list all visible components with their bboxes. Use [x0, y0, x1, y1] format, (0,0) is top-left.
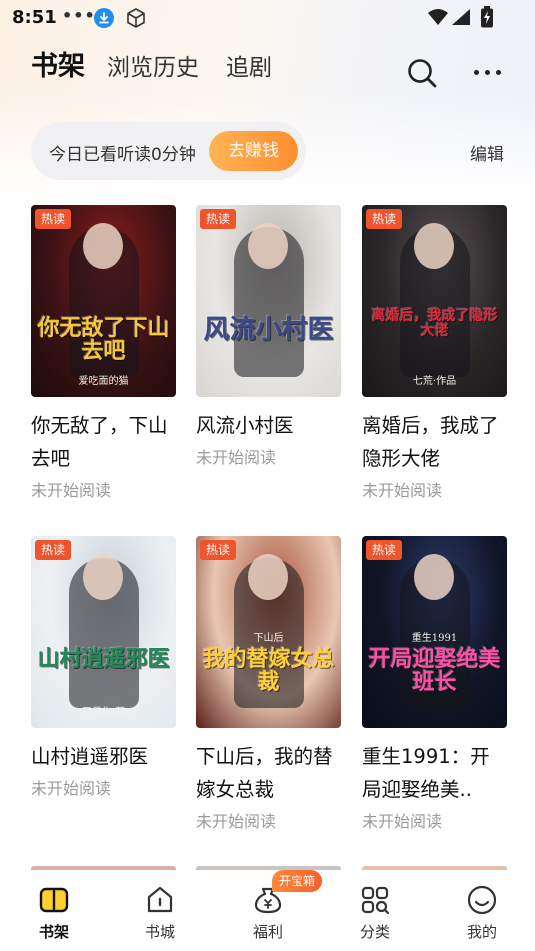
bottom-nav: 书架 书城 福利 分类 我的	[0, 870, 535, 951]
wifi-icon	[428, 9, 448, 25]
status-dots: •••	[62, 6, 96, 25]
bookshelf-icon	[39, 887, 69, 913]
cover-illustration	[362, 205, 507, 397]
book-card[interactable]: 重生1991 开局迎娶绝美班长 热读重生1991：开局迎娶绝美.. 未开始阅读	[362, 536, 507, 836]
cover-title: 开局迎娶绝美班长	[368, 646, 501, 696]
edit-button[interactable]: 编辑	[470, 140, 504, 165]
cover-title: 风流小村医	[203, 315, 334, 345]
nav-label: 书架	[38, 923, 69, 941]
cover-figure-head	[414, 223, 454, 269]
cover-illustration	[196, 205, 341, 397]
cube-icon	[127, 8, 145, 28]
status-time: 8:51	[12, 7, 57, 28]
earn-money-button[interactable]: 去赚钱	[209, 131, 298, 171]
book-title[interactable]: 下山后，我的替嫁女总裁	[196, 740, 341, 806]
reading-status: 未开始阅读	[31, 779, 112, 798]
reading-time-banner: 今日已看听读0分钟 去赚钱	[31, 122, 306, 180]
book-card[interactable]: 下山后我的替嫁女总裁 热读下山后，我的替嫁女总裁未开始阅读	[196, 536, 341, 836]
hot-read-badge: 热读	[366, 540, 403, 560]
cover-subtitle: 爱吃面的猫	[78, 376, 129, 387]
header: 书架 浏览历史 追剧	[0, 40, 535, 90]
book-card[interactable]: 七荒·作品 离婚后，我成了隐形大佬 热读 离婚后，我成了隐形大佬 未开始阅读	[362, 205, 507, 505]
book-card[interactable]: 风流小村医 热读风流小村医未开始阅读	[196, 205, 341, 505]
profile-icon	[467, 885, 497, 915]
cover-figure-head	[414, 554, 454, 600]
cover-figure-head	[83, 554, 123, 600]
book-cover[interactable]: 三月生·著 山村逍遥邪医 热读	[31, 536, 176, 728]
book-title[interactable]: 山村逍遥邪医	[31, 740, 176, 773]
nav-label: 福利	[252, 923, 283, 941]
nav-bookstore[interactable]: 书城	[120, 870, 200, 951]
cover-title: 你无敌了下山去吧	[37, 315, 170, 365]
status-bar: 8:51 •••	[0, 0, 535, 36]
reading-status: 未开始阅读	[196, 812, 277, 831]
cover-illustration	[31, 205, 176, 397]
nav-category[interactable]: 分类	[335, 870, 415, 951]
cover-figure-head	[83, 223, 123, 269]
hot-read-badge: 热读	[200, 209, 237, 229]
nav-profile[interactable]: 我的	[442, 870, 522, 951]
hot-read-badge: 热读	[35, 540, 72, 560]
book-cover[interactable]: 重生1991 开局迎娶绝美班长 热读	[362, 536, 507, 728]
reading-status: 未开始阅读	[31, 481, 112, 500]
cover-title: 山村逍遥邪医	[37, 646, 170, 672]
cover-subtitle: 下山后	[253, 633, 284, 644]
cover-illustration	[196, 536, 341, 728]
hot-read-badge: 热读	[200, 540, 237, 560]
category-icon	[361, 886, 390, 915]
more-options-icon[interactable]	[472, 70, 504, 78]
cover-title: 我的替嫁女总裁	[202, 646, 335, 696]
book-cover[interactable]: 七荒·作品 离婚后，我成了隐形大佬 热读	[362, 205, 507, 397]
book-title[interactable]: 你无敌了，下山去吧	[31, 409, 176, 475]
book-title[interactable]: 重生1991：开局迎娶绝美..	[362, 740, 507, 806]
book-title[interactable]: 风流小村医	[196, 409, 341, 442]
cover-subtitle: 七荒·作品	[412, 376, 457, 387]
reading-status: 未开始阅读	[196, 448, 277, 467]
cover-subtitle: 重生1991	[411, 633, 458, 644]
cover-title: 离婚后，我成了隐形大佬	[371, 308, 498, 339]
tab-bookshelf[interactable]: 书架	[31, 44, 85, 83]
book-cover[interactable]: 爱吃面的猫 你无敌了下山去吧 热读	[31, 205, 176, 397]
download-icon	[94, 8, 114, 28]
book-cover[interactable]: 下山后我的替嫁女总裁 热读	[196, 536, 341, 728]
nav-label: 分类	[359, 923, 390, 941]
cover-illustration	[362, 536, 507, 728]
cover-illustration	[31, 536, 176, 728]
tab-drama[interactable]: 追剧	[226, 48, 272, 82]
cover-figure-head	[248, 554, 288, 600]
nav-bookshelf[interactable]: 书架	[14, 870, 94, 951]
nav-label: 书城	[144, 923, 175, 941]
cover-figure-head	[248, 223, 288, 269]
bookstore-icon	[147, 886, 173, 913]
reading-status: 未开始阅读	[362, 812, 443, 831]
battery-charging-icon	[481, 6, 493, 28]
signal-icon	[452, 9, 470, 25]
reading-status: 未开始阅读	[362, 481, 443, 500]
book-card[interactable]: 爱吃面的猫 你无敌了下山去吧 热读你无敌了，下山去吧未开始阅读	[31, 205, 176, 505]
search-icon[interactable]	[405, 56, 439, 90]
treasure-chest-badge[interactable]: 开宝箱	[272, 870, 322, 892]
hot-read-badge: 热读	[35, 209, 72, 229]
tab-history[interactable]: 浏览历史	[107, 48, 199, 82]
book-cover[interactable]: 风流小村医 热读	[196, 205, 341, 397]
reading-time-text: 今日已看听读0分钟	[49, 145, 196, 165]
nav-label: 我的	[466, 923, 497, 941]
book-card[interactable]: 三月生·著 山村逍遥邪医 热读 山村逍遥邪医 未开始阅读	[31, 536, 176, 836]
cover-subtitle: 三月生·著	[81, 707, 126, 718]
hot-read-badge: 热读	[366, 209, 403, 229]
book-title[interactable]: 离婚后，我成了隐形大佬	[362, 409, 507, 475]
